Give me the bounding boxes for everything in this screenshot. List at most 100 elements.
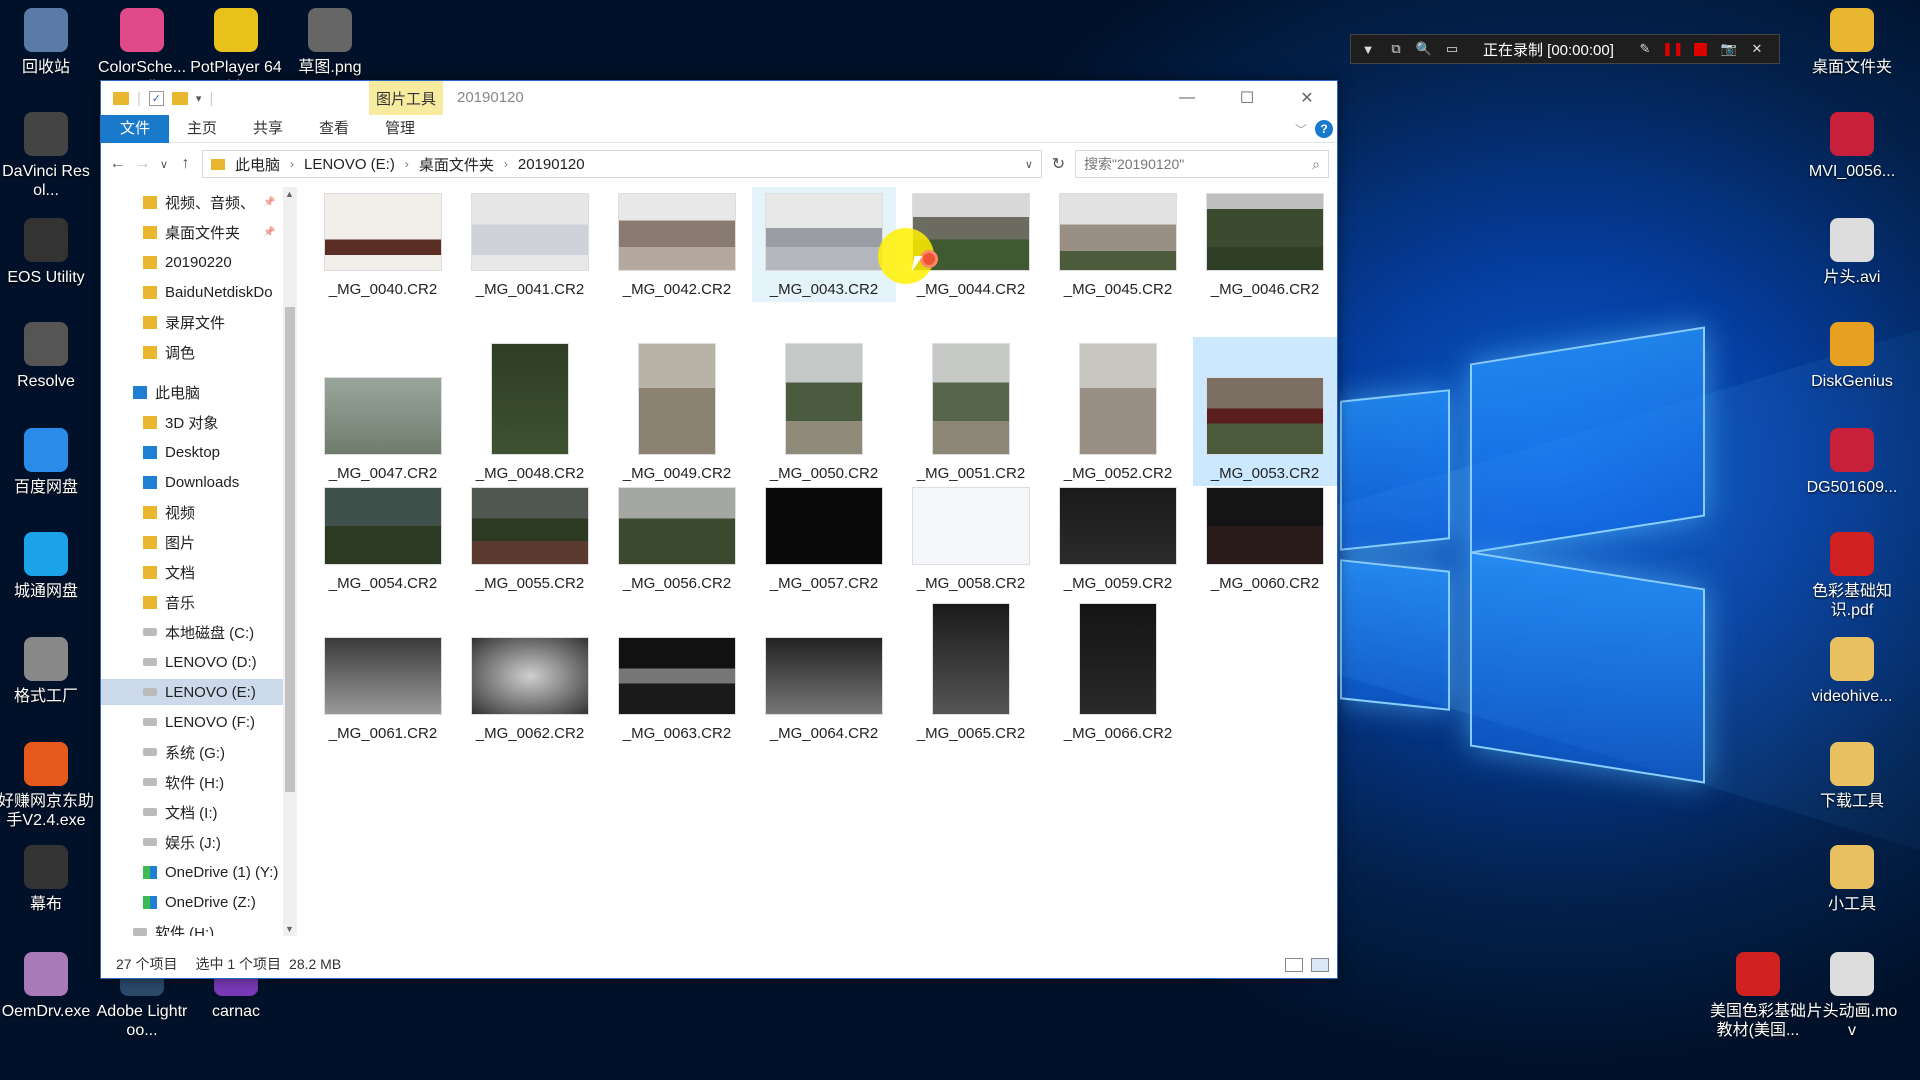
tab-file[interactable]: 文件 [101, 114, 169, 143]
new-folder-icon[interactable] [171, 91, 188, 105]
file-item[interactable]: _MG_0041.CR2 [458, 187, 602, 302]
window-mode-icon[interactable]: ⧉ [1387, 40, 1405, 58]
tab-manage[interactable]: 管理 [367, 115, 433, 143]
breadcrumb-item[interactable]: 此电脑 [235, 154, 280, 175]
nav-item[interactable]: 桌面文件夹 📌 [101, 219, 275, 245]
file-item[interactable]: _MG_0049.CR2 [605, 337, 749, 486]
file-item[interactable]: _MG_0040.CR2 [311, 187, 455, 302]
file-item[interactable]: _MG_0057.CR2 [752, 481, 896, 596]
nav-item[interactable]: 软件 (H:) [101, 919, 214, 936]
maximize-button[interactable]: ☐ [1217, 81, 1277, 115]
forward-icon[interactable]: → [134, 155, 151, 173]
nav-item[interactable]: BaiduNetdiskDo [101, 279, 273, 305]
nav-item[interactable]: 软件 (H:) [101, 769, 224, 795]
file-item[interactable]: _MG_0046.CR2 [1193, 187, 1337, 302]
nav-item[interactable]: 视频、音频、 📌 [101, 189, 275, 215]
desktop-shortcut[interactable]: 好赚网京东助手V2.4.exe [0, 742, 94, 830]
desktop-shortcut[interactable]: Resolve [0, 322, 94, 391]
file-item[interactable]: _MG_0056.CR2 [605, 481, 749, 596]
desktop-shortcut[interactable]: 百度网盘 [0, 428, 94, 497]
back-icon[interactable]: ← [109, 155, 126, 173]
nav-item[interactable]: Downloads [101, 469, 239, 495]
properties-icon[interactable]: ✓ [148, 90, 164, 106]
nav-item[interactable]: 3D 对象 [101, 409, 218, 435]
tab-view[interactable]: 查看 [301, 115, 367, 143]
file-item[interactable]: _MG_0063.CR2 [605, 597, 749, 746]
nav-item[interactable]: 此电脑 [101, 379, 200, 405]
close-button[interactable]: ✕ [1277, 81, 1337, 115]
file-item[interactable]: _MG_0053.CR2 [1193, 337, 1337, 486]
file-item[interactable]: _MG_0064.CR2 [752, 597, 896, 746]
breadcrumb-item[interactable]: 桌面文件夹 [419, 154, 494, 175]
file-item[interactable]: _MG_0043.CR2 [752, 187, 896, 302]
file-item[interactable]: _MG_0050.CR2 [752, 337, 896, 486]
breadcrumb-item[interactable]: 20190120 [518, 156, 585, 173]
file-item[interactable]: _MG_0052.CR2 [1046, 337, 1190, 486]
file-item[interactable]: _MG_0051.CR2 [899, 337, 1043, 486]
file-item[interactable]: _MG_0058.CR2 [899, 481, 1043, 596]
file-item[interactable]: _MG_0042.CR2 [605, 187, 749, 302]
desktop-shortcut[interactable]: EOS Utility [0, 218, 94, 287]
refresh-icon[interactable]: ↻ [1050, 154, 1067, 174]
dropdown-icon[interactable]: ▼ [1359, 40, 1377, 58]
nav-item[interactable]: 娱乐 (J:) [101, 829, 221, 855]
pin-icon[interactable]: 📌 [263, 227, 275, 238]
close-icon[interactable]: ✕ [1748, 40, 1766, 58]
help-icon[interactable]: ? [1315, 120, 1333, 138]
large-icons-view-icon[interactable] [1311, 958, 1329, 972]
nav-item[interactable]: 录屏文件 [101, 309, 225, 335]
breadcrumb-item[interactable]: LENOVO (E:) [304, 156, 395, 173]
file-item[interactable]: _MG_0047.CR2 [311, 337, 455, 486]
desktop-shortcut[interactable]: 草图.png [282, 8, 378, 77]
search-icon[interactable]: ⌕ [1312, 156, 1320, 173]
desktop-shortcut[interactable]: OemDrv.exe [0, 952, 94, 1021]
desktop-shortcut[interactable]: 桌面文件夹 [1804, 8, 1900, 77]
file-item[interactable]: _MG_0048.CR2 [458, 337, 602, 486]
file-item[interactable]: _MG_0045.CR2 [1046, 187, 1190, 302]
nav-item[interactable]: 本地磁盘 (C:) [101, 619, 254, 645]
region-icon[interactable]: ▭ [1443, 40, 1461, 58]
scroll-up-icon[interactable]: ▲ [285, 189, 294, 199]
details-view-icon[interactable] [1285, 958, 1303, 972]
file-item[interactable]: _MG_0066.CR2 [1046, 597, 1190, 746]
search-input[interactable]: 搜索"20190120" ⌕ [1074, 150, 1329, 178]
scroll-down-icon[interactable]: ▼ [285, 924, 294, 934]
file-item[interactable]: _MG_0065.CR2 [899, 597, 1043, 746]
desktop-shortcut[interactable]: DiskGenius [1804, 322, 1900, 391]
nav-item[interactable]: OneDrive (1) (Y:) [101, 859, 278, 885]
desktop-shortcut[interactable]: 片头动画.mov [1804, 952, 1900, 1040]
file-item[interactable]: _MG_0054.CR2 [311, 481, 455, 596]
pin-icon[interactable]: 📌 [263, 197, 275, 208]
nav-item[interactable]: 文档 (I:) [101, 799, 218, 825]
customize-qat-icon[interactable]: ▾ [196, 92, 202, 105]
desktop-shortcut[interactable]: 格式工厂 [0, 637, 94, 706]
chevron-down-icon[interactable]: ∨ [1025, 158, 1033, 171]
nav-item[interactable]: 20190220 [101, 249, 232, 275]
pause-icon[interactable]: ❚❚ [1662, 40, 1684, 58]
nav-item[interactable]: 视频 [101, 499, 195, 525]
zoom-icon[interactable]: 🔍 [1415, 40, 1433, 58]
minimize-button[interactable]: — [1157, 81, 1217, 115]
expand-ribbon-icon[interactable]: ﹀ [1295, 121, 1307, 138]
desktop-shortcut[interactable]: 美国色彩基础教材(美国... [1710, 952, 1806, 1040]
desktop-shortcut[interactable]: MVI_0056... [1804, 112, 1900, 181]
screenshot-icon[interactable]: 📷 [1720, 40, 1738, 58]
file-item[interactable]: _MG_0059.CR2 [1046, 481, 1190, 596]
desktop-shortcut[interactable]: 城通网盘 [0, 532, 94, 601]
desktop-shortcut[interactable]: 色彩基础知识.pdf [1804, 532, 1900, 620]
nav-item[interactable]: 音乐 [101, 589, 195, 615]
picture-tools-tab[interactable]: 图片工具 [369, 81, 443, 115]
nav-item[interactable]: LENOVO (D:) [101, 649, 257, 675]
stop-button[interactable] [1692, 40, 1710, 58]
pen-icon[interactable]: ✎ [1636, 40, 1654, 58]
file-item[interactable]: _MG_0062.CR2 [458, 597, 602, 746]
desktop-shortcut[interactable]: 片头.avi [1804, 218, 1900, 287]
tab-share[interactable]: 共享 [235, 115, 301, 143]
file-item[interactable]: _MG_0060.CR2 [1193, 481, 1337, 596]
desktop-shortcut[interactable]: 下载工具 [1804, 742, 1900, 811]
desktop-shortcut[interactable]: 幕布 [0, 845, 94, 914]
nav-item[interactable]: LENOVO (E:) [101, 679, 283, 705]
nav-item[interactable]: 调色 [101, 339, 195, 365]
desktop-shortcut[interactable]: DaVinci Resol... [0, 112, 94, 200]
nav-item[interactable]: LENOVO (F:) [101, 709, 255, 735]
